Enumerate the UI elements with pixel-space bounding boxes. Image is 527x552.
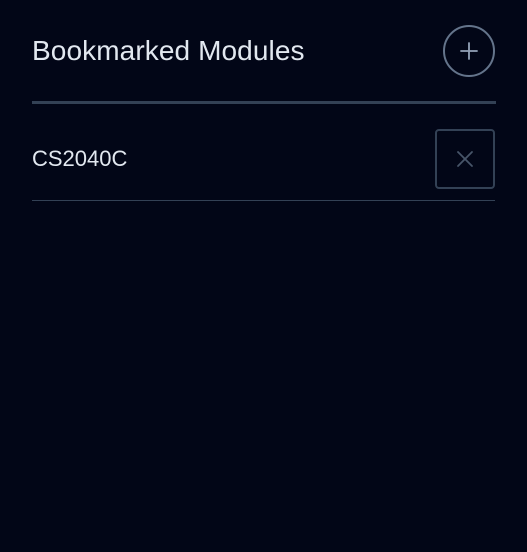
bookmarks-panel: Bookmarked Modules CS2040C	[0, 0, 527, 552]
page-title: Bookmarked Modules	[32, 35, 305, 66]
panel-header: Bookmarked Modules	[32, 25, 495, 77]
close-icon	[455, 149, 475, 169]
list-item: CS2040C	[32, 104, 495, 201]
plus-icon	[459, 41, 479, 61]
bookmark-list: CS2040C	[32, 104, 495, 201]
module-code: CS2040C	[32, 146, 128, 171]
add-bookmark-button[interactable]	[443, 25, 495, 77]
remove-bookmark-button[interactable]	[435, 129, 495, 189]
